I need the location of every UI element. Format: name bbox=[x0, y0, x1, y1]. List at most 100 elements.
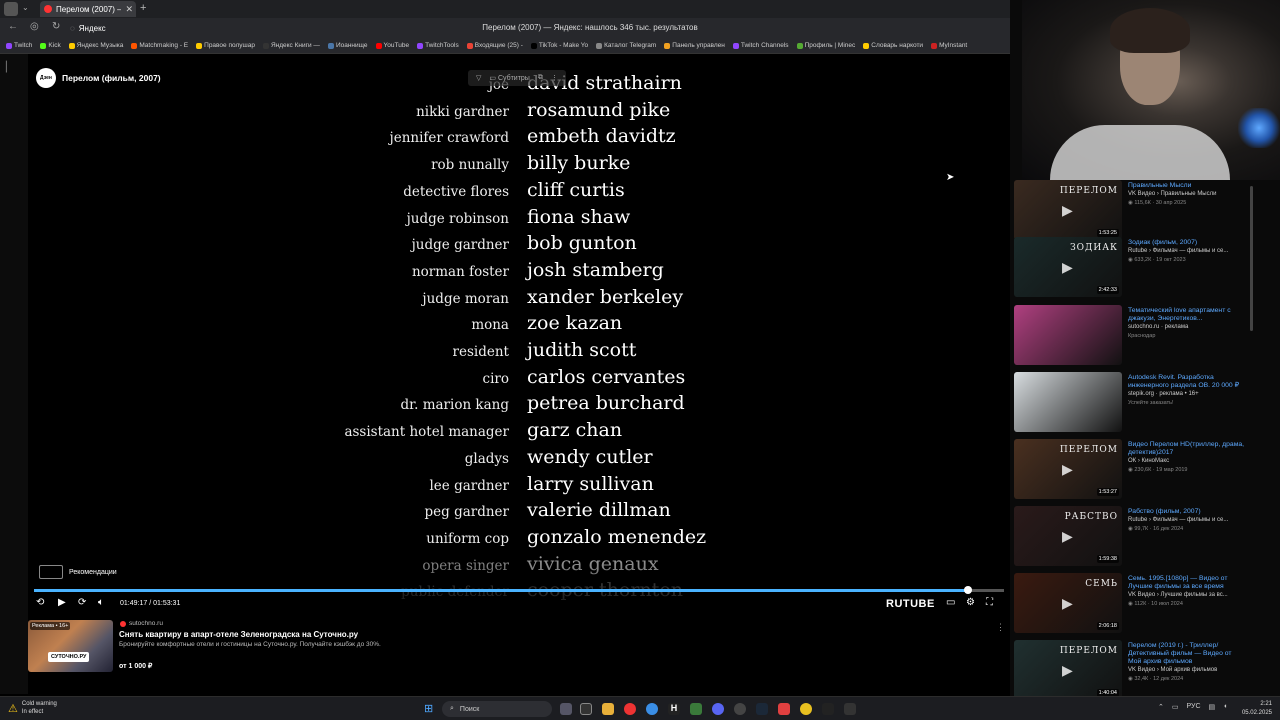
back-arrow-icon[interactable]: ← bbox=[8, 21, 18, 32]
bookmark-item[interactable]: Правое полушар bbox=[196, 42, 255, 49]
browser-tab[interactable]: Перелом (2007) — Я ✕ bbox=[40, 1, 136, 17]
more-icon[interactable]: ⋮ bbox=[996, 622, 1005, 633]
related-video-card[interactable]: ПЕРЕЛОМ ▶ 1:40:04 Перелом (2019 г.) - Трилл… bbox=[1014, 640, 1250, 702]
dzen-logo[interactable]: Дзен bbox=[36, 68, 56, 88]
rutube-logo[interactable]: RUTUBE bbox=[886, 598, 935, 610]
app-yellow-icon[interactable] bbox=[800, 703, 812, 715]
video-thumbnail[interactable]: ПЕРЕЛОМ ▶ 1:40:04 bbox=[1014, 640, 1122, 700]
related-video-card[interactable]: ПЕРЕЛОМ ▶ 1:53:25 Правильные Мысли VK Видео … bbox=[1014, 180, 1250, 242]
progress-bar[interactable] bbox=[34, 586, 1004, 594]
video-title[interactable]: Перелом (фильм, 2007) bbox=[62, 73, 161, 83]
video-thumbnail[interactable]: ЗОДИАК ▶ 2:42:33 bbox=[1014, 237, 1122, 297]
chevron-up-icon[interactable]: ⌃ bbox=[1158, 703, 1164, 711]
steam-icon[interactable] bbox=[756, 703, 768, 715]
address-field[interactable]: ◌ Яндекс bbox=[70, 21, 290, 35]
bookmark-item[interactable]: TwitchTools bbox=[417, 42, 459, 49]
bookmark-item[interactable]: YouTube bbox=[375, 42, 409, 49]
video-player[interactable]: joedavid strathairnnikki gardnerrosamund… bbox=[28, 60, 1010, 615]
system-tray[interactable]: ⌃ ▭ РУС ▤ ◖ bbox=[1158, 703, 1227, 711]
bookmark-item[interactable]: Словарь наркоти bbox=[863, 42, 923, 49]
weather-widget[interactable]: ⚠ Cold warning In effect bbox=[8, 700, 57, 716]
bookmark-item[interactable]: Matchmaking - E bbox=[131, 42, 188, 49]
video-thumbnail[interactable]: СЕМЬ ▶ 2:06:18 bbox=[1014, 573, 1122, 633]
video-title[interactable]: Видео Перелом HD(триллер, драма, детекти… bbox=[1128, 441, 1246, 457]
video-title[interactable]: Рабство (фильм, 2007) bbox=[1128, 508, 1246, 516]
related-video-card[interactable]: РАБСТВО ▶ 1:59:38 Рабство (фильм, 2007) Rutu… bbox=[1014, 506, 1250, 568]
ad-block[interactable]: Реклама • 16+ СУТОЧНО.РУ sutochno.ru Сня… bbox=[28, 618, 1010, 676]
file-explorer-icon[interactable] bbox=[602, 703, 614, 715]
app-grid-icon[interactable] bbox=[844, 703, 856, 715]
bookmark-item[interactable]: Входящие (25) - bbox=[466, 42, 523, 49]
chevron-down-icon[interactable]: ⌄ bbox=[22, 3, 29, 12]
video-title[interactable]: Правильные Мысли bbox=[1128, 182, 1246, 190]
obs-icon[interactable] bbox=[734, 703, 746, 715]
app-arrow-icon[interactable] bbox=[822, 703, 834, 715]
bookmark-item[interactable]: MyInstant bbox=[931, 42, 967, 49]
tab-actions-button[interactable] bbox=[4, 2, 18, 16]
subtitles-button[interactable]: ▭ Субтитры bbox=[489, 74, 529, 82]
taskbar-app-icon[interactable] bbox=[580, 703, 592, 715]
taskbar-search[interactable]: ⌕ Поиск bbox=[442, 701, 552, 717]
related-video-card[interactable]: СЕМЬ ▶ 2:06:18 Семь. 1995.[1080p] — Видео о… bbox=[1014, 573, 1250, 635]
pip-icon[interactable]: ⧉ bbox=[538, 74, 543, 82]
bookmark-item[interactable]: Яндекс Музыка bbox=[68, 42, 123, 49]
related-video-card[interactable]: Тематический love апартамент с джакузи, … bbox=[1014, 305, 1250, 367]
more-icon[interactable]: ⋮ bbox=[551, 74, 558, 82]
video-title[interactable]: Перелом (2019 г.) - Триллер/Детективный … bbox=[1128, 642, 1246, 666]
discord-icon[interactable] bbox=[712, 703, 724, 715]
minecraft-icon[interactable] bbox=[690, 703, 702, 715]
bookmark-item[interactable]: Иоаннище bbox=[327, 42, 368, 49]
video-thumbnail[interactable] bbox=[1014, 372, 1122, 432]
bookmark-item[interactable]: TikTok - Make Yo bbox=[530, 42, 588, 49]
bookmark-item[interactable]: Каталог Telegram bbox=[596, 42, 656, 49]
fullscreen-icon[interactable]: ⛶ bbox=[986, 597, 993, 608]
related-video-card[interactable]: ЗОДИАК ▶ 2:42:33 Зодиак (фильм, 2007) Rutube… bbox=[1014, 237, 1250, 299]
bookmark-item[interactable]: Панель управлен bbox=[664, 42, 725, 49]
bookmark-favicon-icon bbox=[68, 42, 75, 49]
volume-icon[interactable]: ◖ bbox=[1223, 703, 1227, 711]
play-icon[interactable]: ▶ bbox=[58, 597, 66, 608]
miniplayer-icon[interactable]: ▭ bbox=[946, 597, 955, 608]
bookmark-item[interactable]: Профиль | Minec bbox=[796, 42, 855, 49]
video-thumbnail[interactable]: РАБСТВО ▶ 1:59:38 bbox=[1014, 506, 1122, 566]
new-tab-button[interactable]: + bbox=[140, 2, 146, 14]
video-thumbnail[interactable]: ПЕРЕЛОМ ▶ 1:53:25 bbox=[1014, 180, 1122, 240]
ad-domain[interactable]: sutochno.ru bbox=[120, 620, 163, 627]
bookmark-item[interactable]: Twitch Channels bbox=[732, 42, 789, 49]
related-video-card[interactable]: Autodesk Revit. Разработка инженерного р… bbox=[1014, 372, 1250, 434]
clock[interactable]: 2:21 05.02.2025 bbox=[1236, 700, 1272, 718]
app-h-icon[interactable]: H bbox=[668, 703, 680, 715]
ad-thumbnail[interactable]: Реклама • 16+ СУТОЧНО.РУ bbox=[28, 620, 113, 672]
telegram-icon[interactable] bbox=[646, 703, 658, 715]
battery-icon[interactable]: ▭ bbox=[1172, 703, 1179, 711]
filter-icon[interactable]: ▽ bbox=[476, 74, 481, 82]
forward-icon[interactable]: ◎ bbox=[30, 21, 39, 32]
video-title[interactable]: Зодиак (фильм, 2007) bbox=[1128, 239, 1246, 247]
taskbar-app-icon[interactable] bbox=[560, 703, 572, 715]
bookmark-favicon-icon bbox=[131, 42, 138, 49]
close-icon[interactable]: ✕ bbox=[125, 4, 136, 15]
yandex-browser-icon[interactable] bbox=[624, 703, 636, 715]
forward-icon[interactable]: ⟳ bbox=[78, 597, 86, 608]
sidebar-item-icon[interactable]: ▏ bbox=[6, 62, 14, 73]
recommendations-button[interactable]: Рекомендации bbox=[39, 565, 117, 579]
reload-icon[interactable]: ↻ bbox=[52, 21, 60, 32]
rewind-icon[interactable]: ⟲ bbox=[36, 597, 44, 608]
bookmark-item[interactable]: Twitch bbox=[6, 42, 32, 49]
scrollbar[interactable] bbox=[1250, 186, 1253, 331]
windows-start-icon[interactable]: ⊞ bbox=[424, 702, 433, 715]
ad-title[interactable]: Снять квартиру в апарт-отеле Зеленоградс… bbox=[119, 630, 358, 639]
bookmark-item[interactable]: Kick bbox=[40, 42, 61, 49]
video-title[interactable]: Семь. 1995.[1080p] — Видео от Лучшие фил… bbox=[1128, 575, 1246, 591]
video-title[interactable]: Autodesk Revit. Разработка инженерного р… bbox=[1128, 374, 1246, 390]
bookmark-item[interactable]: Яндекс Книги — bbox=[262, 42, 320, 49]
app-a-icon[interactable] bbox=[778, 703, 790, 715]
video-title[interactable]: Тематический love апартамент с джакузи, … bbox=[1128, 307, 1246, 323]
video-thumbnail[interactable] bbox=[1014, 305, 1122, 365]
related-video-card[interactable]: ПЕРЕЛОМ ▶ 1:53:27 Видео Перелом HD(триллер,… bbox=[1014, 439, 1250, 501]
tray-language[interactable]: РУС bbox=[1187, 703, 1201, 711]
settings-icon[interactable]: ⚙ bbox=[966, 597, 975, 608]
network-icon[interactable]: ▤ bbox=[1209, 703, 1216, 711]
video-thumbnail[interactable]: ПЕРЕЛОМ ▶ 1:53:27 bbox=[1014, 439, 1122, 499]
volume-icon[interactable]: 🔈︎ bbox=[98, 597, 104, 608]
